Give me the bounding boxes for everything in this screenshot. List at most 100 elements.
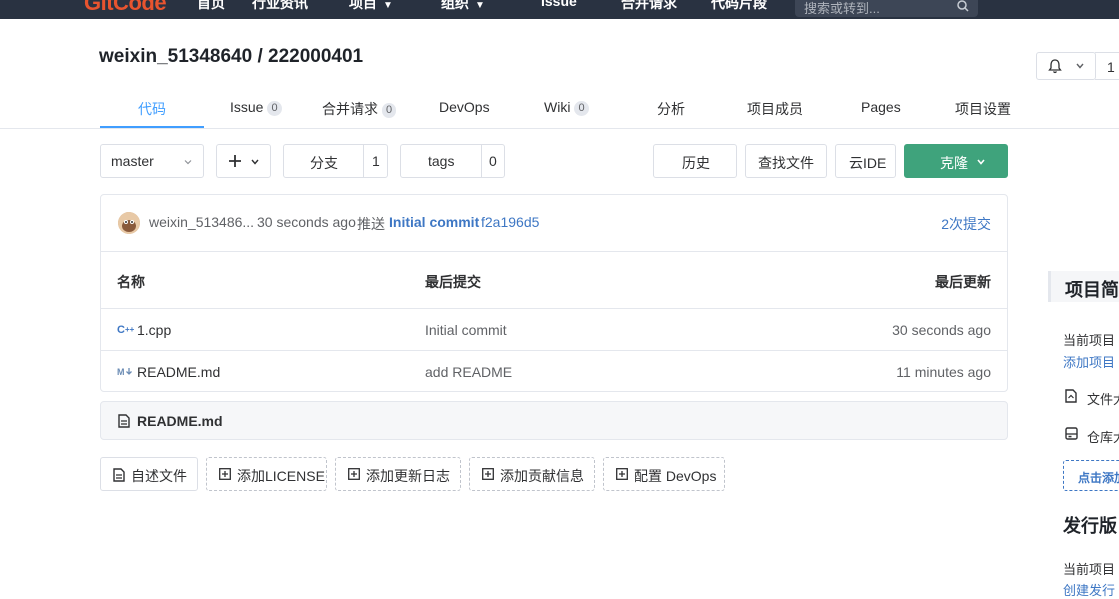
file-updated: 11 minutes ago (896, 364, 991, 380)
readme-file-button[interactable]: 自述文件 (100, 457, 198, 491)
table-header: 名称 最后提交 最后更新 (101, 251, 1007, 308)
nav-news[interactable]: 行业资讯 (252, 0, 308, 13)
header-last-commit: 最后提交 (425, 274, 481, 290)
find-file-button[interactable]: 查找文件 (745, 144, 827, 178)
add-dropdown-button[interactable] (216, 144, 271, 178)
tab-wiki[interactable]: Wiki 0 (544, 99, 589, 116)
file-last-commit[interactable]: add README (425, 364, 512, 380)
nav-orgs[interactable]: 组织 ▼ (441, 0, 485, 13)
commit-sha[interactable]: f2a196d5 (481, 214, 539, 230)
add-contributing-button[interactable]: 添加贡献信息 (469, 457, 595, 491)
commit-message[interactable]: Initial commit (389, 214, 479, 230)
avatar[interactable] (118, 212, 140, 234)
history-label: 历史 (682, 155, 710, 171)
chevron-down-icon: ▼ (383, 0, 393, 11)
gitcode-logo[interactable]: GitCode (84, 0, 167, 16)
add-changelog-button[interactable]: 添加更新日志 (335, 457, 461, 491)
clone-button[interactable]: 克隆 (904, 144, 1008, 178)
tab-wiki-badge: 0 (574, 101, 589, 116)
project-intro-text: 当前项目 (1063, 333, 1116, 348)
config-devops-label: 配置 DevOps (634, 468, 717, 484)
cloud-ide-button[interactable]: 云IDE (835, 144, 896, 178)
project-intro-heading: 项目简 (1048, 271, 1119, 302)
project-intro-title: 项目简 (1065, 280, 1119, 300)
tab-wiki-label: Wiki (544, 99, 571, 115)
nav-home[interactable]: 首页 (197, 0, 225, 13)
tags-button[interactable]: tags 0 (400, 144, 505, 178)
nav-merge-requests[interactable]: 合并请求 (621, 0, 677, 13)
chevron-down-icon (184, 160, 192, 165)
commit-author[interactable]: weixin_513486... (149, 214, 254, 230)
commit-count-link[interactable]: 2次提交 (941, 214, 991, 234)
file-icon (113, 468, 125, 482)
branches-label: 分支 (310, 155, 338, 171)
tab-merge-requests[interactable]: 合并请求 0 (322, 99, 397, 119)
search-icon (957, 0, 969, 12)
clone-label: 克隆 (940, 155, 968, 171)
cloud-ide-label: 云IDE (849, 155, 887, 171)
active-tab-underline (100, 126, 204, 128)
add-license-button[interactable]: 添加LICENSE (206, 457, 327, 491)
plus-icon (229, 155, 241, 167)
repo-title[interactable]: weixin_51348640 / 222000401 (99, 46, 363, 68)
tab-pages[interactable]: Pages (861, 99, 901, 115)
click-add-button[interactable]: 点击添加 (1063, 460, 1119, 491)
branches-button[interactable]: 分支 1 (283, 144, 388, 178)
find-file-label: 查找文件 (758, 155, 814, 171)
nav-orgs-label: 组织 (441, 0, 469, 11)
history-button[interactable]: 历史 (653, 144, 737, 178)
search-placeholder: 搜索或转到... (804, 1, 880, 16)
file-icon (118, 414, 130, 428)
table-row[interactable]: C ++ 1.cpp Initial commit 30 seconds ago (101, 308, 1007, 350)
file-size-icon (1065, 389, 1077, 403)
plus-square-icon (219, 468, 231, 480)
storage-icon (1065, 427, 1078, 440)
nav-projects-label: 项目 (349, 0, 377, 11)
config-devops-button[interactable]: 配置 DevOps (603, 457, 725, 491)
plus-square-icon (482, 468, 494, 480)
tab-code[interactable]: 代码 (138, 99, 166, 119)
svg-text:++: ++ (125, 325, 134, 334)
nav-issue[interactable]: Issue (541, 0, 577, 9)
readme-title[interactable]: README.md (137, 413, 223, 429)
tab-settings-label: 项目设置 (955, 101, 1011, 117)
cpp-file-icon: C ++ (117, 324, 134, 334)
commit-time: 30 seconds ago (257, 214, 356, 230)
bell-icon (1048, 59, 1062, 74)
tab-analytics[interactable]: 分析 (657, 99, 685, 119)
file-size-label: 文件大 (1087, 392, 1119, 407)
file-last-commit[interactable]: Initial commit (425, 322, 507, 338)
nav-snippets[interactable]: 代码片段 (711, 0, 767, 13)
tab-mr-label: 合并请求 (322, 101, 378, 117)
notification-dropdown[interactable] (1036, 52, 1096, 80)
create-release-link[interactable]: 创建发行 (1063, 580, 1115, 599)
tab-members[interactable]: 项目成员 (747, 99, 803, 119)
table-row[interactable]: M README.md add README 11 minutes ago (101, 350, 1007, 392)
tab-devops[interactable]: DevOps (439, 99, 490, 115)
add-contributing-label: 添加贡献信息 (500, 468, 584, 484)
header-last-update: 最后更新 (935, 274, 991, 290)
watch-count-value: 1 (1107, 59, 1115, 75)
release-text: 当前项目 (1063, 562, 1116, 577)
file-updated: 30 seconds ago (892, 322, 991, 338)
file-name[interactable]: README.md (137, 364, 220, 380)
branch-select[interactable]: master (100, 144, 204, 178)
plus-square-icon (616, 468, 628, 480)
tab-issue-label: Issue (230, 99, 264, 115)
top-navbar: GitCode 首页 行业资讯 项目 ▼ 组织 ▼ Issue 合并请求 代码片段 … (0, 0, 1119, 19)
divider (363, 145, 364, 177)
watch-count[interactable]: 1 (1095, 52, 1119, 80)
tab-settings[interactable]: 项目设置 (955, 99, 1011, 119)
release-title: 发行版 (1063, 516, 1117, 536)
branch-select-value: master (111, 153, 154, 169)
add-intro-link[interactable]: 添加项目 (1063, 352, 1115, 371)
file-browser: weixin_513486... 30 seconds ago 推送 Initi… (100, 194, 1008, 392)
tab-issue[interactable]: Issue 0 (230, 99, 282, 116)
repo-tabs: 代码 Issue 0 合并请求 0 DevOps Wiki 0 分析 项目成员 Pag… (0, 92, 1119, 129)
search-input[interactable]: 搜索或转到... (795, 0, 978, 17)
header-name: 名称 (117, 274, 145, 290)
nav-projects[interactable]: 项目 ▼ (349, 0, 393, 13)
tab-pages-label: Pages (861, 99, 901, 115)
file-name[interactable]: 1.cpp (137, 322, 171, 338)
tags-count: 0 (489, 153, 497, 169)
